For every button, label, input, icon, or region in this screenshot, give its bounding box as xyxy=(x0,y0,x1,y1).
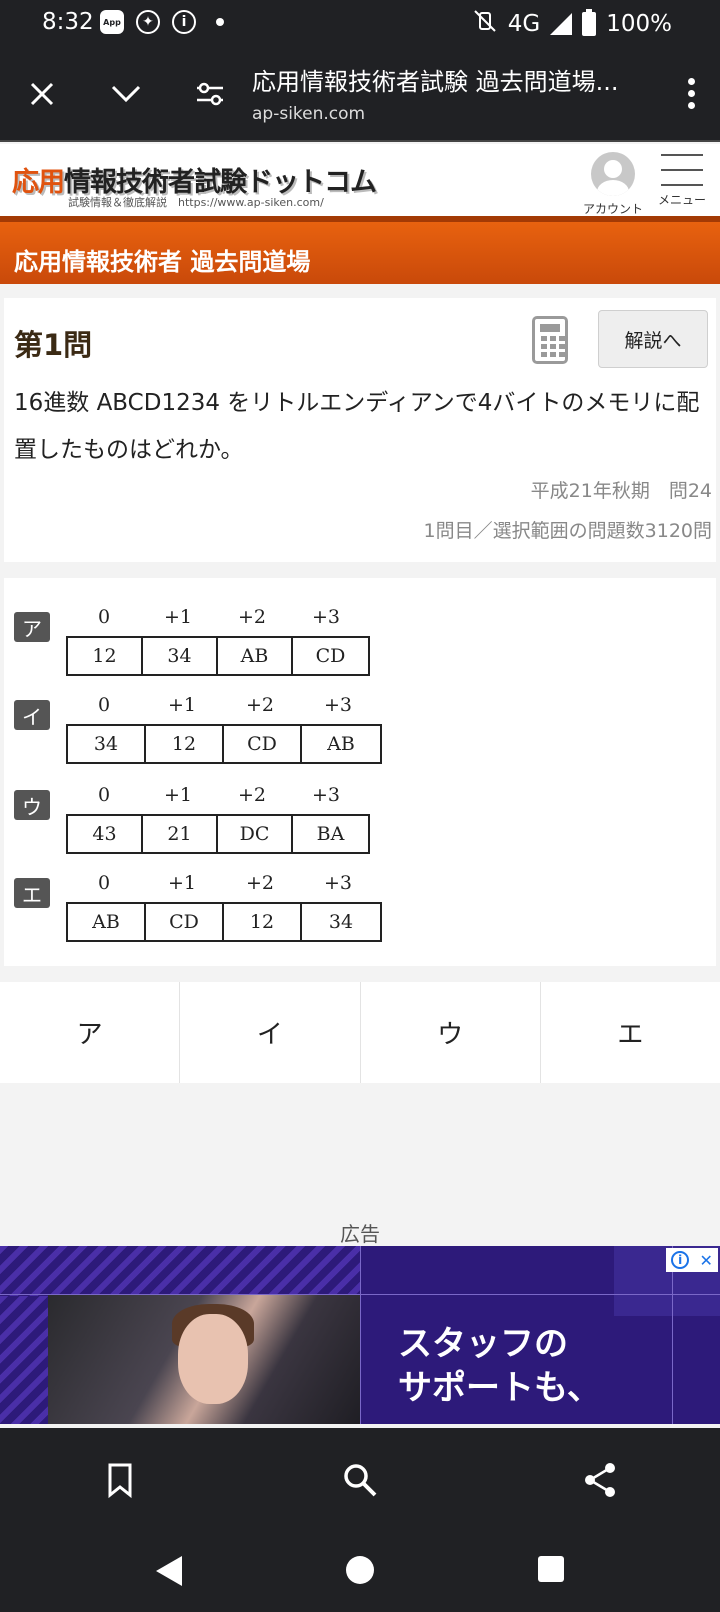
vibrate-off-icon xyxy=(472,9,498,39)
ad-choices[interactable]: i ✕ xyxy=(666,1248,718,1272)
memory-cell: AB xyxy=(327,733,355,755)
site-logo-subtitle: 試験情報＆徹底解説 https://www.ap-siken.com/ xyxy=(68,196,324,209)
site-header: 応用情報技術者試験ドットコム 試験情報＆徹底解説 https://www.ap-… xyxy=(0,144,720,216)
account-label: アカウント xyxy=(582,202,643,216)
memory-cell: DC xyxy=(218,816,293,852)
offset-label: 0 xyxy=(97,872,111,894)
back-icon[interactable] xyxy=(152,1554,186,1592)
network-type: 4G xyxy=(507,11,541,37)
status-time: 8:32 xyxy=(42,9,94,35)
ad-copy-line: スタッフの xyxy=(398,1324,568,1364)
offset-label: +2 xyxy=(245,694,274,716)
status-bar: 8:32 App ✦ i 4G 100% xyxy=(0,0,720,46)
hamburger-icon xyxy=(654,154,710,186)
chevron-down-icon[interactable] xyxy=(108,76,144,112)
ad-close-icon[interactable]: ✕ xyxy=(699,1251,712,1270)
close-icon[interactable] xyxy=(24,76,60,112)
info-icon: i xyxy=(172,10,196,34)
account-button[interactable]: アカウント xyxy=(578,152,648,217)
memory-row: 34 12 CD AB xyxy=(66,724,382,764)
answer-button-u[interactable]: ウ xyxy=(361,982,541,1083)
page-title[interactable]: 応用情報技術者試験 過去問道場... xyxy=(252,62,652,97)
memory-cell: 12 xyxy=(146,726,224,762)
offset-label: +3 xyxy=(311,784,340,806)
answer-button-a[interactable]: ア xyxy=(0,982,181,1083)
game-controller-icon: ✦ xyxy=(136,10,160,34)
offset-label: +1 xyxy=(167,694,196,716)
option-label: ウ xyxy=(14,790,50,820)
answer-buttons: ア イ ウ エ xyxy=(0,982,720,1083)
memory-row: 12 34 AB CD xyxy=(66,636,370,676)
ad-copy-line: サポートも、 xyxy=(398,1368,601,1408)
memory-cell: 34 xyxy=(328,911,354,933)
answer-button-i[interactable]: イ xyxy=(180,982,361,1083)
question-text: 16進数 ABCD1234 をリトルエンディアンで4バイトのメモリに配置したもの… xyxy=(14,390,700,463)
menu-button[interactable]: メニュー xyxy=(654,154,710,216)
ad-copy: スタッフの サポートも、 xyxy=(398,1322,601,1410)
battery-level: 100% xyxy=(606,11,672,37)
memory-cell: 12 xyxy=(68,638,143,674)
browser-toolbar: 応用情報技術者試験 過去問道場... ap-siken.com xyxy=(0,46,720,142)
page-url[interactable]: ap-siken.com xyxy=(252,104,365,124)
offset-label: +2 xyxy=(237,784,266,806)
signal-icon xyxy=(550,13,573,35)
ad-label: 広告 xyxy=(340,1222,380,1246)
memory-row: 43 21 DC BA xyxy=(66,814,370,854)
memory-cell: 12 xyxy=(224,904,302,940)
ad-info-icon[interactable]: i xyxy=(671,1251,690,1269)
answer-button-e[interactable]: エ xyxy=(541,982,720,1083)
battery-icon xyxy=(582,9,597,36)
bookmark-icon[interactable] xyxy=(100,1460,140,1500)
more-vert-icon[interactable] xyxy=(688,78,696,114)
question-progress: 1問目／選択範囲の問題数3120問 xyxy=(423,520,712,542)
offset-label: +3 xyxy=(323,694,352,716)
section-title: 応用情報技術者 過去問道場 xyxy=(0,216,720,284)
account-icon xyxy=(591,152,635,196)
memory-row: AB CD 12 34 xyxy=(66,902,382,942)
option-label: イ xyxy=(14,700,50,730)
offset-label: +1 xyxy=(167,872,196,894)
offset-label: +2 xyxy=(245,872,274,894)
memory-cell: 43 xyxy=(68,816,143,852)
menu-label: メニュー xyxy=(657,193,706,207)
bottom-toolbar xyxy=(0,1428,720,1530)
share-icon[interactable] xyxy=(580,1460,620,1500)
memory-cell: BA xyxy=(316,823,345,845)
memory-cell: CD xyxy=(315,645,346,667)
offset-label: 0 xyxy=(97,784,111,806)
question-source: 平成21年秋期 問24 xyxy=(530,480,712,502)
recents-icon[interactable] xyxy=(536,1554,566,1588)
calculator-icon[interactable] xyxy=(532,316,568,364)
options-figure: ア 0 +1 +2 +3 12 34 AB CD イ 0 +1 +2 +3 34 12 CD… xyxy=(4,578,716,966)
question-card: 第1問 解説へ 16進数 ABCD1234 をリトルエンディアンで4バイトのメモ… xyxy=(4,298,716,562)
memory-cell: CD xyxy=(146,904,224,940)
search-icon[interactable] xyxy=(340,1460,380,1500)
memory-cell: AB xyxy=(218,638,293,674)
memory-cell: 34 xyxy=(68,726,146,762)
notification-dot-icon xyxy=(216,18,224,26)
offset-label: 0 xyxy=(97,606,111,628)
ad-banner[interactable]: スタッフの サポートも、 i ✕ xyxy=(0,1246,720,1424)
offset-label: +3 xyxy=(323,872,352,894)
offset-label: +1 xyxy=(163,606,192,628)
option-label: エ xyxy=(14,878,50,908)
home-icon[interactable] xyxy=(344,1554,376,1590)
explanation-button[interactable]: 解説へ xyxy=(598,310,708,368)
app-icon: App xyxy=(100,10,124,34)
page-settings-icon[interactable] xyxy=(192,76,228,112)
offset-label: +1 xyxy=(163,784,192,806)
memory-cell: 34 xyxy=(143,638,218,674)
option-label: ア xyxy=(14,612,50,642)
offset-label: +2 xyxy=(237,606,266,628)
offset-label: 0 xyxy=(97,694,111,716)
system-nav-bar xyxy=(0,1530,720,1612)
memory-cell: CD xyxy=(224,726,302,762)
memory-cell: AB xyxy=(68,904,146,940)
offset-label: +3 xyxy=(311,606,340,628)
memory-cell: 21 xyxy=(143,816,218,852)
question-number: 第1問 xyxy=(14,328,93,362)
